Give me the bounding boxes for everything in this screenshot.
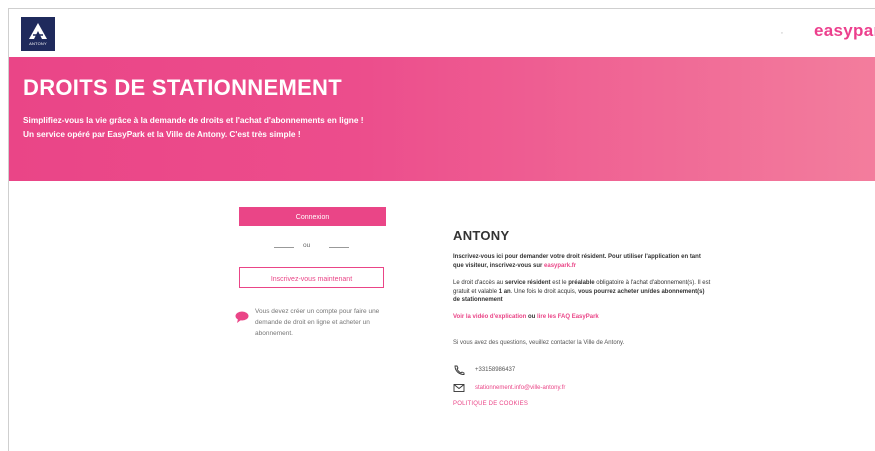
mail-row: stationnement.info@ville-antony.fr: [453, 383, 565, 393]
account-info-text: Vous devez créer un compte pour faire un…: [255, 308, 380, 337]
contact-paragraph: Si vous avez des questions, veuillez con…: [453, 340, 625, 346]
phone-number[interactable]: +33158986437: [475, 367, 515, 373]
rights-text-c: est le: [552, 280, 567, 286]
rights-text-d: préalable: [568, 280, 595, 286]
phone-row: +33158986437: [453, 365, 515, 375]
login-button[interactable]: Connexion: [239, 207, 386, 226]
rights-text-b: service résident: [504, 280, 551, 286]
faq-link[interactable]: lire les FAQ EasyPark: [537, 314, 599, 320]
or-label: ou: [303, 242, 311, 249]
video-link[interactable]: Voir la vidéo d'explication: [453, 314, 526, 320]
app-frame: ANTONY · easypark DROITS DE STATIONNEMEN…: [8, 8, 875, 451]
logo-mark-icon: [29, 23, 47, 39]
or-divider: ou: [274, 242, 354, 252]
rights-text-f: 1 an: [498, 288, 511, 295]
intro-paragraph: Inscrivez-vous ici pour demander votre d…: [453, 253, 713, 270]
language-toggle[interactable]: ·: [773, 25, 791, 41]
rights-text-g: . Une fois le droit acquis,: [510, 288, 577, 295]
antony-logo[interactable]: ANTONY: [21, 17, 55, 51]
email-link[interactable]: stationnement.info@ville-antony.fr: [475, 385, 565, 391]
top-header: ANTONY · easypark: [9, 9, 875, 57]
page-title: DROITS DE STATIONNEMENT: [23, 75, 342, 100]
mail-icon: [453, 384, 465, 392]
cookie-policy-link[interactable]: POLITIQUE DE COOKIES: [453, 401, 528, 407]
phone-icon: [454, 365, 465, 375]
help-links-or: ou: [528, 314, 536, 320]
divider-line-left: [274, 247, 294, 248]
speech-bubble-icon: [235, 311, 249, 323]
help-links: Voir la vidéo d'explication ou lire les …: [453, 313, 713, 322]
city-heading: ANTONY: [453, 228, 510, 243]
divider-line-right: [329, 247, 349, 248]
intro-text: Inscrivez-vous ici pour demander votre d…: [453, 254, 701, 269]
logo-text: ANTONY: [29, 41, 47, 46]
hero-banner: DROITS DE STATIONNEMENT Simplifiez-vous …: [9, 57, 875, 181]
banner-subtitle: Simplifiez-vous la vie grâce à la demand…: [23, 115, 364, 139]
easypark-brand-logo[interactable]: easypark: [814, 21, 875, 41]
rights-text-a: Le droit d'accès au: [453, 280, 504, 286]
register-button[interactable]: Inscrivez-vous maintenant: [239, 267, 384, 288]
rights-paragraph: Le droit d'accès au service résident est…: [453, 279, 713, 305]
easypark-link[interactable]: easypark.fr: [544, 263, 576, 269]
